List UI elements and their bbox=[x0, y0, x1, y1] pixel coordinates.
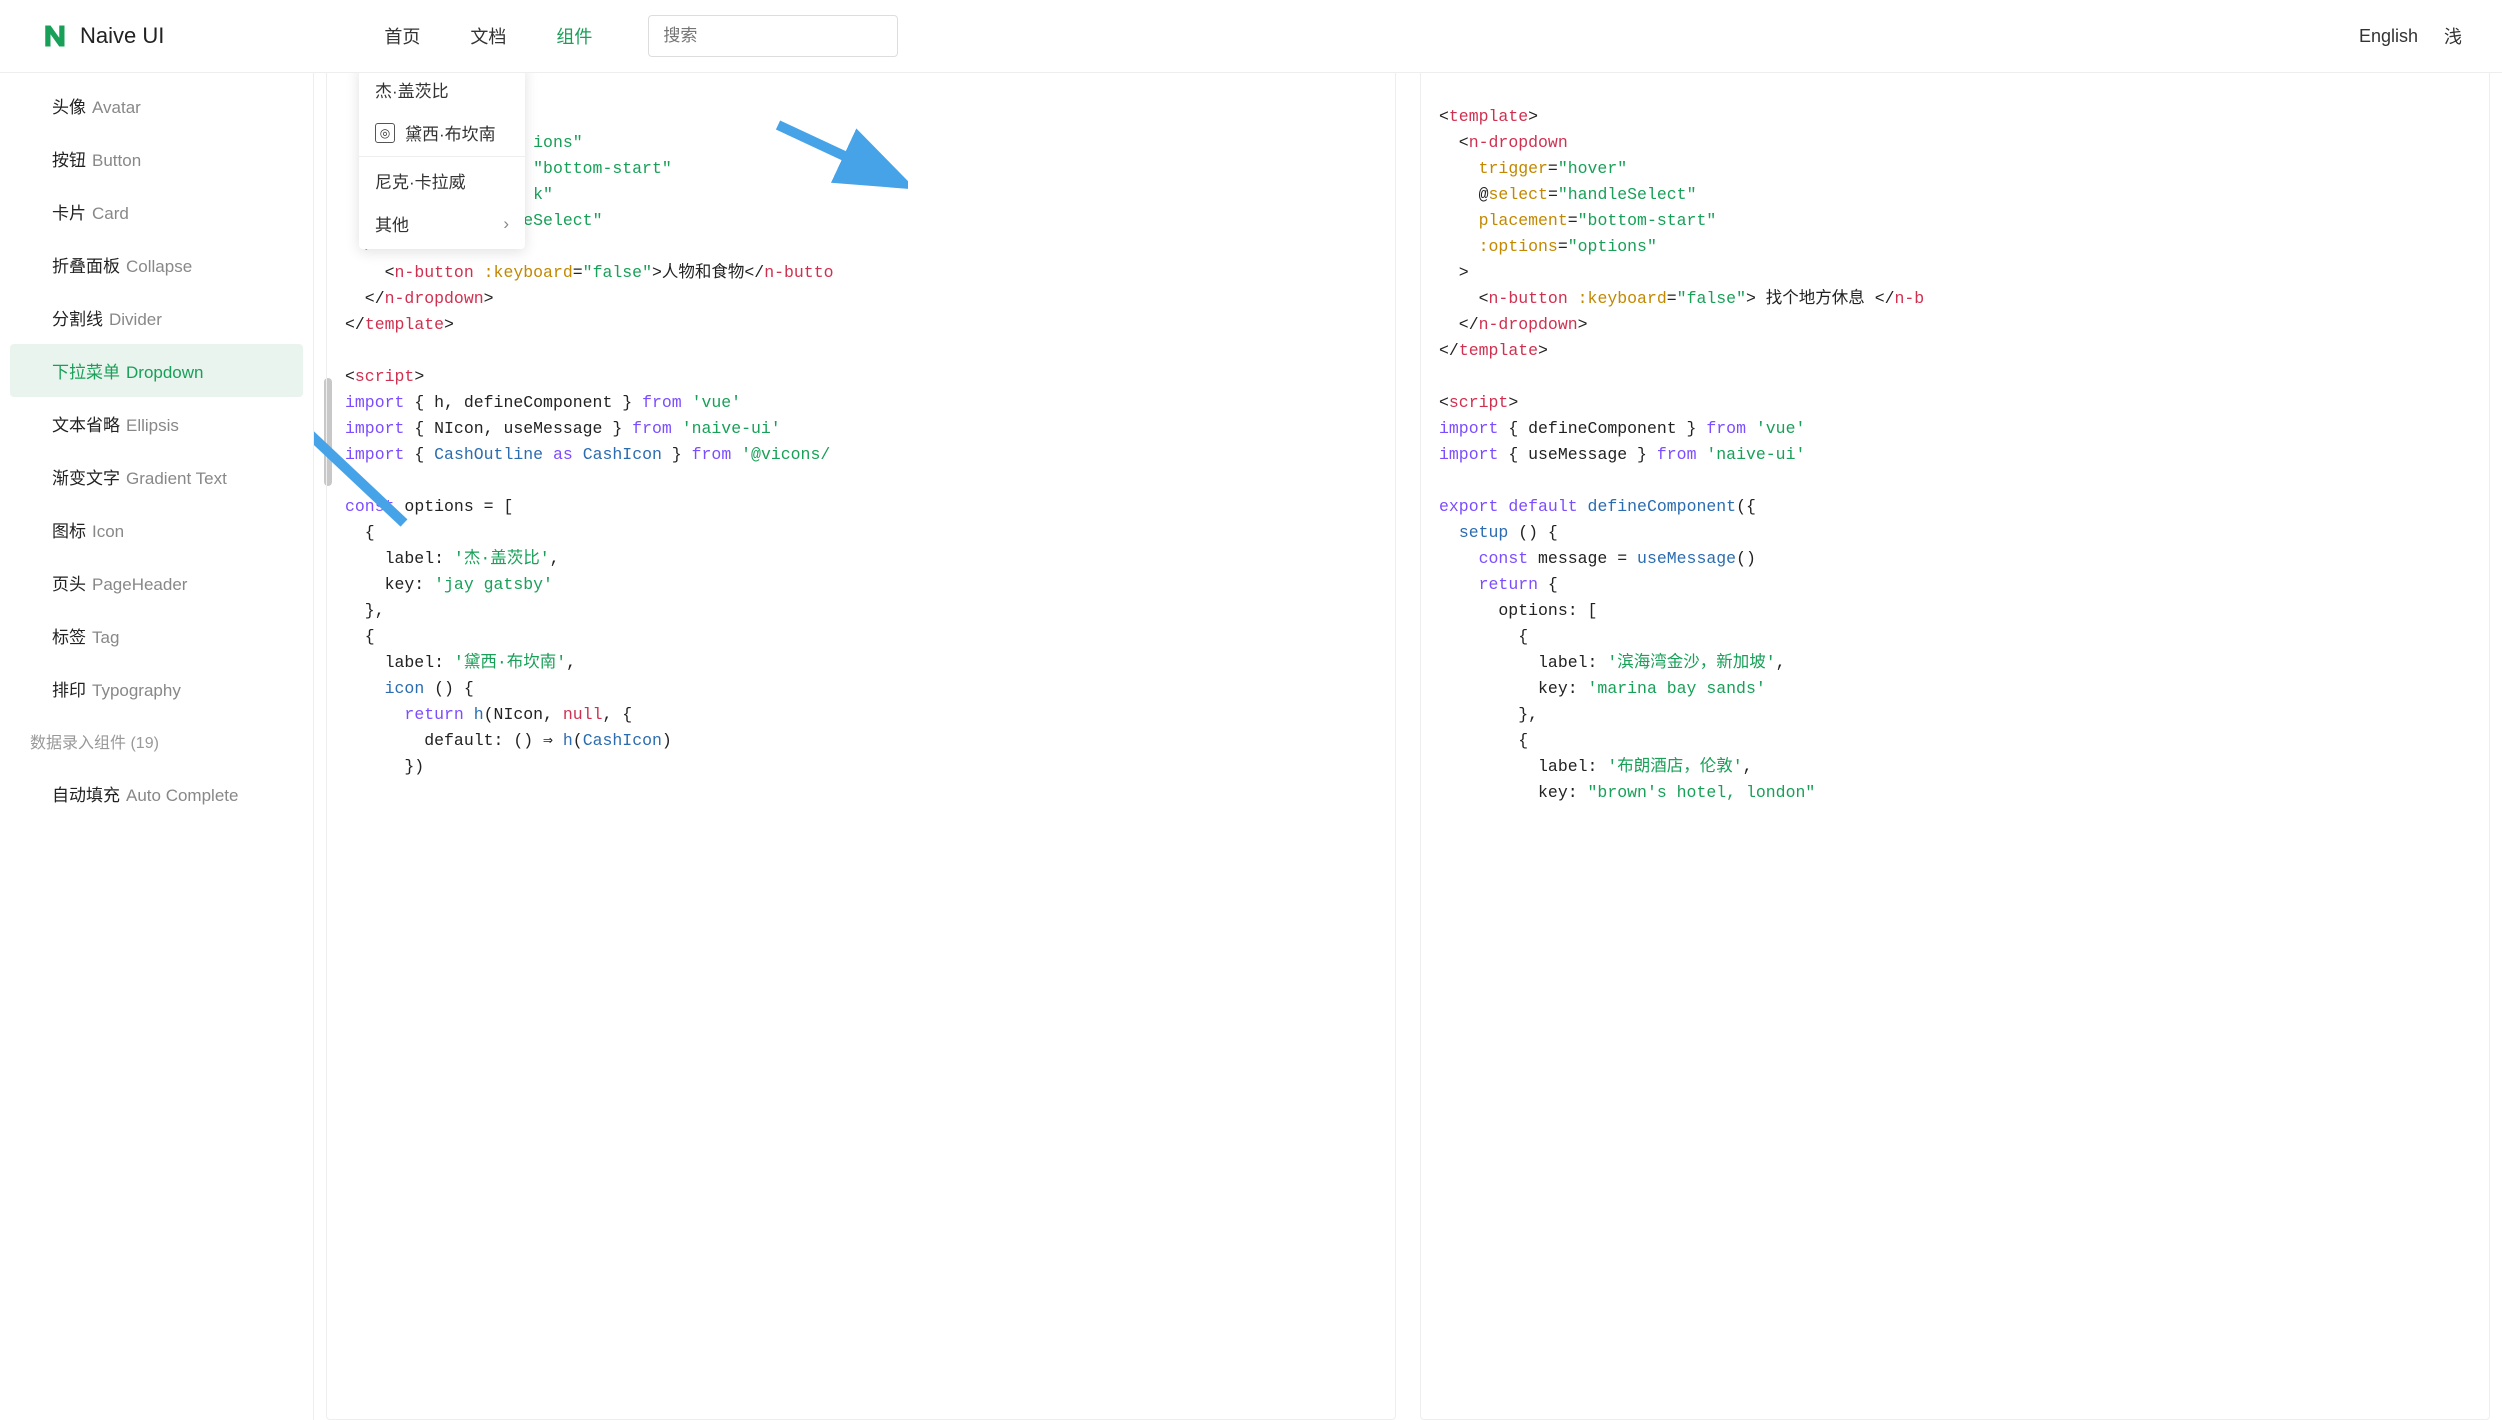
theme-toggle[interactable]: 浅 bbox=[2444, 23, 2462, 49]
sidebar-item-card[interactable]: 卡片 Card bbox=[0, 185, 313, 238]
code-block-right: <template> <n-dropdown trigger="hover" @… bbox=[1439, 104, 2471, 806]
nav-tabs: 首页 文档 组件 bbox=[384, 23, 592, 49]
sidebar: 头像 Avatar 按钮 Button 卡片 Card 折叠面板 Collaps… bbox=[0, 73, 314, 1420]
dropdown-item-4[interactable]: 其他› bbox=[359, 202, 525, 245]
logo-icon bbox=[40, 22, 68, 50]
dropdown-divider bbox=[359, 156, 525, 157]
sidebar-item-dropdown[interactable]: 下拉菜单 Dropdown bbox=[10, 344, 303, 397]
search-input[interactable] bbox=[648, 15, 898, 57]
code-panel-right: <template> <n-dropdown trigger="hover" @… bbox=[1420, 73, 2490, 1420]
sidebar-item-typography[interactable]: 排印 Typography bbox=[0, 662, 313, 715]
chevron-right-icon: › bbox=[503, 214, 509, 234]
annotation-arrow-right bbox=[768, 115, 908, 195]
sidebar-item-page-header[interactable]: 页头 PageHeader bbox=[0, 556, 313, 609]
sidebar-item-ellipsis[interactable]: 文本省略 Ellipsis bbox=[0, 397, 313, 450]
logo-wrap[interactable]: Naive UI bbox=[40, 22, 164, 50]
nav-docs[interactable]: 文档 bbox=[470, 23, 506, 49]
sidebar-group-input: 数据录入组件 (19) bbox=[0, 715, 313, 767]
sidebar-item-icon[interactable]: 图标 Icon bbox=[0, 503, 313, 556]
sidebar-item-gradient-text[interactable]: 渐变文字 Gradient Text bbox=[0, 450, 313, 503]
code-panel-left: 杰·盖茨比 ◎黛西·布坎南 尼克·卡拉威 其他› ions" "bottom-s… bbox=[326, 73, 1396, 1420]
language-toggle[interactable]: English bbox=[2359, 26, 2418, 47]
nav-home[interactable]: 首页 bbox=[384, 23, 420, 49]
sidebar-item-avatar[interactable]: 头像 Avatar bbox=[0, 79, 313, 132]
sidebar-item-button[interactable]: 按钮 Button bbox=[0, 132, 313, 185]
site-name: Naive UI bbox=[80, 23, 164, 49]
sidebar-item-collapse[interactable]: 折叠面板 Collapse bbox=[0, 238, 313, 291]
sidebar-item-auto-complete[interactable]: 自动填充 Auto Complete bbox=[0, 767, 313, 820]
annotation-arrow-left bbox=[314, 353, 414, 533]
nav-components[interactable]: 组件 bbox=[556, 23, 592, 49]
dropdown-popover: 杰·盖茨比 ◎黛西·布坎南 尼克·卡拉威 其他› bbox=[359, 73, 525, 249]
sidebar-item-divider[interactable]: 分割线 Divider bbox=[0, 291, 313, 344]
sidebar-item-tag[interactable]: 标签 Tag bbox=[0, 609, 313, 662]
dropdown-item-1[interactable]: 杰·盖茨比 bbox=[359, 73, 525, 111]
content: 杰·盖茨比 ◎黛西·布坎南 尼克·卡拉威 其他› ions" "bottom-s… bbox=[314, 73, 2502, 1420]
header: Naive UI 首页 文档 组件 English 浅 bbox=[0, 0, 2502, 73]
cash-icon: ◎ bbox=[375, 123, 395, 143]
dropdown-item-3[interactable]: 尼克·卡拉威 bbox=[359, 159, 525, 202]
dropdown-item-2[interactable]: ◎黛西·布坎南 bbox=[359, 111, 525, 154]
